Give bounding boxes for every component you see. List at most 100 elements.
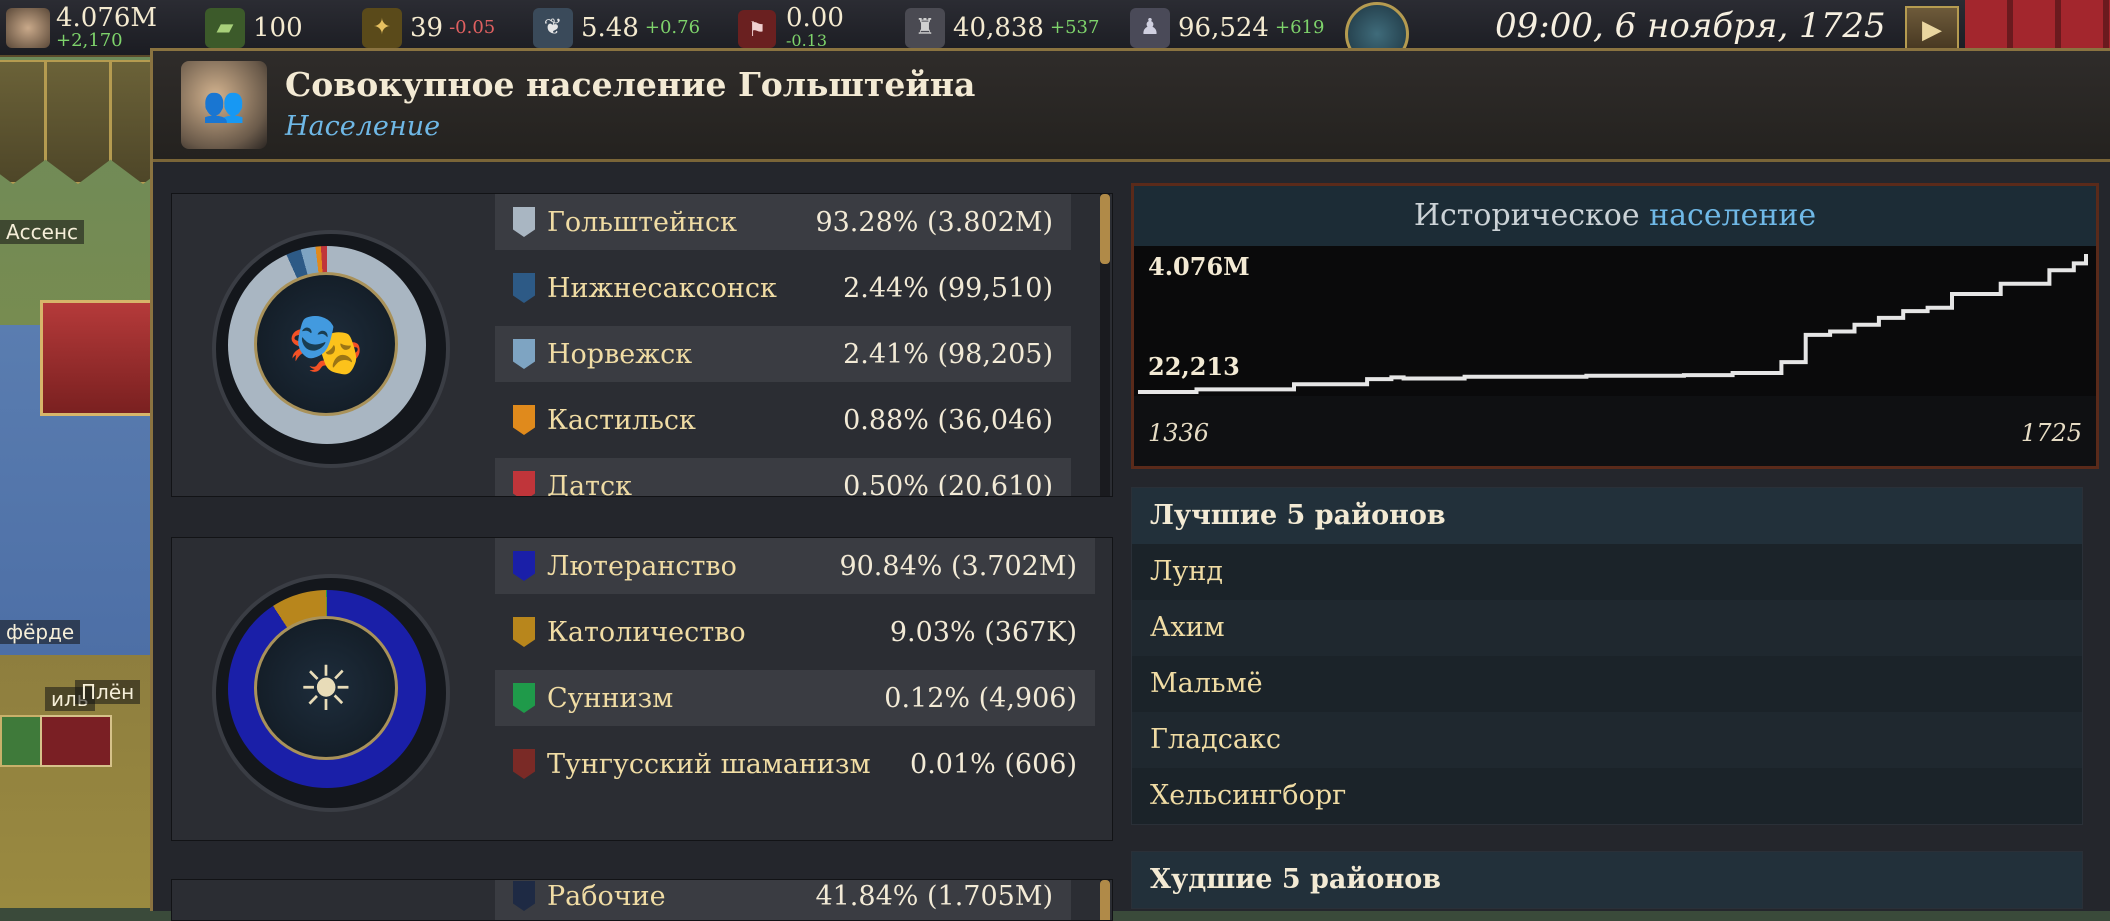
culture-name: Норвежск (547, 339, 843, 370)
worst-regions-title: Худшие 5 районов (1132, 852, 2082, 908)
historical-population-chart: Историческое население 4.076M 22,213 133… (1131, 183, 2099, 469)
population-line (1138, 254, 2086, 392)
region-item[interactable]: Ахим (1132, 600, 2082, 656)
profession-breakdown: Рабочие 41.84% (1.705M) (171, 879, 1113, 921)
culture-color-icon (513, 273, 535, 303)
culture-scrollbar[interactable] (1100, 194, 1110, 496)
religion-list: Лютеранство 90.84% (3.702M) Католичество… (495, 538, 1095, 840)
workforce-stat[interactable]: ♟ 96,524 +619 (1130, 0, 1324, 55)
chart-title-part: Историческое (1414, 198, 1640, 233)
profession-row[interactable]: Рабочие 41.84% (1.705M) (495, 879, 1071, 921)
culture-pie[interactable]: 🎭 (212, 230, 450, 468)
map-unit-indicator[interactable] (0, 715, 44, 767)
religion-name: Лютеранство (547, 551, 839, 582)
population-portrait-icon: 👥 (181, 61, 267, 149)
army-value: 40,838 (953, 13, 1044, 43)
chart-x-start-label: 1336 (1148, 419, 1209, 447)
culture-value: 2.44% (99,510) (843, 273, 1053, 304)
culture-color-icon (513, 339, 535, 369)
map-country-flag[interactable] (40, 300, 166, 416)
map-label-city[interactable]: фёрде (0, 620, 80, 644)
play-speed-button[interactable]: ▶ (1905, 6, 1959, 54)
prestige-delta: -0.05 (449, 17, 495, 38)
religion-value: 9.03% (367K) (890, 617, 1077, 648)
culture-name: Нижнесаксонск (547, 273, 843, 304)
region-item[interactable]: Лунд (1132, 544, 2082, 600)
flag-icon: ⚑ (738, 10, 776, 48)
sun-icon: ☀ (254, 616, 398, 760)
region-item[interactable]: Гладсакс (1132, 712, 2082, 768)
profession-color-icon (513, 881, 535, 911)
profession-scrollbar[interactable] (1100, 880, 1110, 920)
culture-value: 2.41% (98,205) (843, 339, 1053, 370)
religion-color-icon (513, 749, 535, 779)
region-item[interactable]: Хельсингборг (1132, 768, 2082, 824)
workforce-value: 96,524 (1178, 13, 1269, 43)
culture-scroll-thumb[interactable] (1100, 194, 1110, 264)
map-unit-emblem[interactable] (40, 715, 112, 767)
army-delta: +537 (1050, 17, 1099, 38)
profession-value: 41.84% (1.705M) (815, 881, 1053, 912)
profession-scroll-thumb[interactable] (1100, 880, 1110, 921)
chart-y-max-label: 4.076M (1148, 252, 1250, 281)
religion-row[interactable]: Тунгусский шаманизм 0.01% (606) (495, 736, 1095, 792)
people-icon: ♟ (1130, 8, 1170, 48)
treasury-stat[interactable]: ⚑ 0.00 -0.13 (738, 0, 844, 55)
culture-breakdown: 🎭 Гольштейнск 93.28% (3.802M) Нижнесаксо… (171, 193, 1113, 497)
manpower-icon: ▰ (205, 8, 245, 48)
soldier-icon: ♜ (905, 8, 945, 48)
religion-color-icon (513, 617, 535, 647)
culture-row[interactable]: Кастильск 0.88% (36,046) (495, 392, 1071, 448)
prestige-stat[interactable]: ✦ 39 -0.05 (362, 0, 495, 55)
workforce-delta: +619 (1275, 17, 1324, 38)
manpower-value: 100 (253, 13, 303, 43)
religion-value: 0.12% (4,906) (884, 683, 1077, 714)
culture-name: Гольштейнск (547, 207, 815, 238)
region-item[interactable]: Мальмё (1132, 656, 2082, 712)
culture-row[interactable]: Норвежск 2.41% (98,205) (495, 326, 1071, 382)
culture-row[interactable]: Нижнесаксонск 2.44% (99,510) (495, 260, 1071, 316)
religion-breakdown: ☀ Лютеранство 90.84% (3.702M) Католичест… (171, 537, 1113, 841)
culture-list: Гольштейнск 93.28% (3.802M) Нижнесаксонс… (495, 194, 1071, 496)
theater-masks-icon: 🎭 (254, 272, 398, 416)
religion-row[interactable]: Католичество 9.03% (367K) (495, 604, 1095, 660)
game-date: 09:00, 6 ноября, 1725 (1495, 6, 1886, 46)
culture-value: 0.88% (36,046) (843, 405, 1053, 436)
culture-value: 93.28% (3.802M) (815, 207, 1053, 238)
map-label-city[interactable]: Ассенс (0, 220, 84, 244)
culture-row[interactable]: Датск 0.50% (20,610) (495, 458, 1071, 496)
chart-y-min-label: 22,213 (1148, 352, 1240, 381)
chart-svg (1134, 246, 2090, 396)
manpower-stat[interactable]: ▰ 100 (205, 0, 303, 55)
religion-name: Католичество (547, 617, 890, 648)
chart-x-end-label: 1725 (2021, 419, 2082, 447)
culture-row[interactable]: Гольштейнск 93.28% (3.802M) (495, 194, 1071, 250)
religion-row[interactable]: Лютеранство 90.84% (3.702M) (495, 538, 1095, 594)
menu-banners[interactable] (1965, 0, 2110, 55)
culture-name: Датск (547, 471, 843, 497)
treasury-value: 0.00 (786, 5, 844, 31)
population-stat[interactable]: 4.076M +2,170 (6, 0, 157, 55)
prestige-value: 39 (410, 13, 443, 43)
population-icon (6, 8, 50, 48)
religion-value: 90.84% (3.702M) (839, 551, 1077, 582)
map-building-banners (0, 60, 155, 220)
religion-pie[interactable]: ☀ (212, 574, 450, 812)
map-label-city[interactable]: Плён (75, 680, 140, 704)
culture-name: Кастильск (547, 405, 843, 436)
best-regions-title: Лучшие 5 районов (1132, 488, 2082, 544)
page-subtitle-link[interactable]: Население (285, 111, 440, 142)
map-banner[interactable] (45, 60, 111, 184)
worst-regions-list: Худшие 5 районов (1131, 851, 2083, 909)
religion-row[interactable]: Суннизм 0.12% (4,906) (495, 670, 1095, 726)
map-banner[interactable] (0, 60, 46, 184)
profession-list: Рабочие 41.84% (1.705M) (495, 880, 1071, 920)
religion-ring: ☀ (228, 590, 426, 788)
stability-stat[interactable]: ❦ 5.48 +0.76 (533, 0, 700, 55)
population-delta: +2,170 (56, 31, 157, 51)
army-stat[interactable]: ♜ 40,838 +537 (905, 0, 1099, 55)
religion-name: Тунгусский шаманизм (547, 749, 910, 780)
culture-value: 0.50% (20,610) (843, 471, 1053, 497)
religion-color-icon (513, 683, 535, 713)
culture-ring: 🎭 (228, 246, 426, 444)
